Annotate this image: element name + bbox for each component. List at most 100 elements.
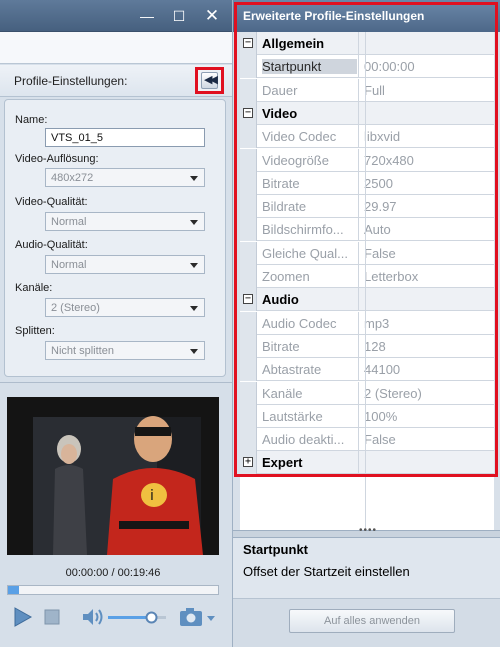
- collapse-icon[interactable]: −: [243, 294, 253, 304]
- cell-divider: [358, 218, 359, 241]
- apply-to-all-button[interactable]: Auf alles anwenden: [289, 609, 455, 633]
- dropdown-arrow-icon: [190, 220, 198, 225]
- row-gutter: [240, 125, 257, 148]
- panel-splitter[interactable]: ••••: [233, 525, 500, 538]
- minimize-icon[interactable]: —: [138, 7, 156, 25]
- video-quality-select[interactable]: Normal: [45, 212, 205, 231]
- expand-icon[interactable]: +: [243, 457, 253, 467]
- property-name: Abtastrate: [262, 362, 322, 377]
- cell-divider: [358, 265, 359, 288]
- profile-settings-form: Name: VTS_01_5 Video-Auflösung: 480x272 …: [4, 99, 226, 377]
- property-row[interactable]: Gleiche Qual... False: [240, 242, 494, 265]
- property-value[interactable]: 2500: [364, 176, 393, 191]
- volume-slider[interactable]: [108, 605, 168, 629]
- collapse-icon[interactable]: −: [243, 108, 253, 118]
- property-value[interactable]: 2 (Stereo): [364, 386, 422, 401]
- name-input[interactable]: VTS_01_5: [45, 128, 205, 147]
- property-row[interactable]: Audio deakti... False: [240, 428, 494, 451]
- cell-divider: [358, 382, 359, 405]
- cell-divider: [358, 195, 359, 218]
- property-row[interactable]: Audio Codec mp3: [240, 312, 494, 335]
- stop-icon[interactable]: [42, 605, 62, 629]
- cell-divider: [358, 288, 359, 311]
- property-value[interactable]: False: [364, 246, 396, 261]
- cell-divider: [358, 125, 359, 148]
- split-select[interactable]: Nicht splitten: [45, 341, 205, 360]
- property-name: Video Codec: [262, 129, 337, 144]
- property-name: Videogröße: [262, 153, 329, 168]
- property-value[interactable]: 128: [364, 339, 386, 354]
- close-icon[interactable]: ✕: [203, 7, 221, 25]
- property-row[interactable]: Bitrate 128: [240, 335, 494, 358]
- property-row[interactable]: Kanäle 2 (Stereo): [240, 382, 494, 405]
- property-value[interactable]: 00:00:00: [364, 59, 415, 74]
- cell-divider: [358, 149, 359, 172]
- volume-icon[interactable]: [80, 605, 106, 629]
- property-row[interactable]: Video Codec libxvid: [240, 125, 494, 148]
- property-name: Audio Codec: [262, 316, 337, 331]
- property-row[interactable]: Dauer Full: [240, 79, 494, 102]
- maximize-icon[interactable]: ☐: [170, 7, 188, 25]
- category-row[interactable]: − Audio: [240, 288, 494, 311]
- cell-divider: [358, 451, 359, 474]
- property-value[interactable]: libxvid: [364, 129, 400, 144]
- audio-quality-select[interactable]: Normal: [45, 255, 205, 274]
- property-value[interactable]: 44100: [364, 362, 400, 377]
- property-name: Dauer: [262, 83, 298, 98]
- seek-progress: [8, 586, 19, 594]
- property-name: Zoomen: [262, 269, 310, 284]
- cell-divider: [358, 55, 359, 78]
- seek-bar[interactable]: [7, 585, 219, 595]
- cell-divider: [358, 405, 359, 428]
- property-name: Bitrate: [262, 176, 300, 191]
- cell-divider: [358, 428, 359, 451]
- property-row[interactable]: Bitrate 2500: [240, 172, 494, 195]
- row-gutter: [240, 79, 257, 102]
- row-gutter: [240, 218, 257, 241]
- snapshot-camera-icon[interactable]: [178, 605, 218, 629]
- property-value[interactable]: 29.97: [364, 199, 397, 214]
- toolbar-strip: [0, 32, 232, 64]
- row-gutter: [240, 405, 257, 428]
- collapse-advanced-button[interactable]: ◀◀: [195, 67, 224, 94]
- row-gutter: [240, 335, 257, 358]
- category-row[interactable]: + Expert: [240, 451, 494, 474]
- play-icon[interactable]: [10, 605, 34, 629]
- svg-text:i: i: [150, 488, 154, 504]
- video-preview[interactable]: i: [7, 397, 219, 555]
- category-row[interactable]: − Allgemein: [240, 32, 494, 55]
- row-gutter: [240, 172, 257, 195]
- property-value[interactable]: 720x480: [364, 153, 414, 168]
- row-gutter: [240, 55, 257, 78]
- video-resolution-label: Video-Auflösung:: [15, 153, 99, 165]
- property-value[interactable]: Full: [364, 83, 385, 98]
- splitter-grip-icon: ••••: [359, 525, 378, 536]
- property-name: Audio deakti...: [262, 432, 345, 447]
- property-row[interactable]: Videogröße 720x480: [240, 149, 494, 172]
- column-divider: [365, 32, 366, 532]
- property-value[interactable]: False: [364, 432, 396, 447]
- collapse-icon[interactable]: −: [243, 38, 253, 48]
- property-value[interactable]: Auto: [364, 222, 391, 237]
- property-row[interactable]: Zoomen Letterbox: [240, 265, 494, 288]
- dropdown-arrow-icon: [190, 263, 198, 268]
- property-row[interactable]: Bildrate 29.97: [240, 195, 494, 218]
- property-value[interactable]: Letterbox: [364, 269, 418, 284]
- cell-divider: [358, 32, 359, 55]
- channels-select[interactable]: 2 (Stereo): [45, 298, 205, 317]
- left-panel: — ☐ ✕ Profile-Einstellungen: ◀◀ Name: VT…: [0, 0, 232, 647]
- cell-divider: [358, 358, 359, 381]
- cell-divider: [358, 172, 359, 195]
- advanced-settings-panel: Erweiterte Profile-Einstellungen − Allgem…: [232, 0, 500, 647]
- property-value[interactable]: mp3: [364, 316, 389, 331]
- property-row[interactable]: Bildschirmfo... Auto: [240, 218, 494, 241]
- property-row[interactable]: Abtastrate 44100: [240, 358, 494, 381]
- split-label: Splitten:: [15, 325, 55, 337]
- double-left-arrow-icon: ◀◀: [201, 72, 218, 89]
- property-row[interactable]: Startpunkt 00:00:00: [240, 55, 494, 78]
- cell-divider: [358, 79, 359, 102]
- video-resolution-select[interactable]: 480x272: [45, 168, 205, 187]
- property-row[interactable]: Lautstärke 100%: [240, 405, 494, 428]
- category-row[interactable]: − Video: [240, 102, 494, 125]
- property-value[interactable]: 100%: [364, 409, 397, 424]
